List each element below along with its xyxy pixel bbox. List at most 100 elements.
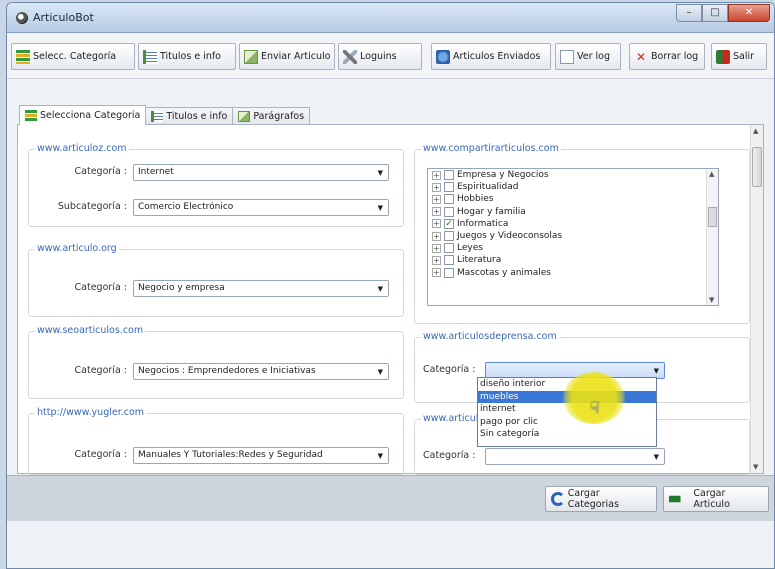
tab-paragraphs[interactable]: Parágrafos — [232, 107, 311, 125]
tree-item-label: Empresa y Negocios — [457, 170, 549, 181]
exit-label: Salir — [733, 51, 755, 62]
chevron-down-icon: ▼ — [377, 285, 383, 293]
titles-info-button[interactable]: Titulos e info — [138, 43, 236, 70]
view-log-button[interactable]: Ver log — [555, 43, 621, 70]
tree-item[interactable]: + ✓ Informatica — [428, 218, 718, 230]
expand-icon[interactable]: + — [432, 243, 441, 253]
document-icon — [560, 49, 574, 64]
checkbox[interactable] — [444, 231, 454, 242]
exit-button[interactable]: Salir — [711, 43, 767, 70]
minimize-button[interactable]: – — [676, 4, 702, 22]
chevron-down-icon: ▼ — [377, 452, 383, 460]
send-article-label: Enviar Articulo — [261, 51, 331, 62]
title-bar[interactable]: ArticuloBot – □ ✕ — [7, 3, 774, 33]
expand-icon[interactable]: + — [432, 255, 441, 265]
tree-item[interactable]: + Espiritualidad — [428, 181, 718, 193]
logins-label: Loguins — [360, 51, 397, 62]
tab-strip: Selecciona Categoria Titulos e info Pará… — [19, 105, 311, 125]
load-categories-button[interactable]: Cargar Categorias — [545, 486, 657, 512]
chevron-down-icon: ▼ — [377, 204, 383, 212]
expand-icon[interactable]: + — [432, 219, 441, 229]
main-toolbar: Selecc. Categoría Titulos e info Enviar … — [7, 33, 774, 79]
tree-item-label: Literatura — [457, 255, 502, 266]
scroll-down-icon[interactable]: ▼ — [709, 296, 714, 304]
articulo-org-category-select[interactable]: Negocio y empresa ▼ — [133, 280, 389, 297]
tree-item[interactable]: + Hobbies — [428, 193, 718, 205]
send-article-button[interactable]: Enviar Articulo — [239, 43, 335, 70]
chevron-down-icon: ▼ — [377, 169, 383, 177]
select-category-button[interactable]: Selecc. Categoría — [11, 43, 135, 70]
tree-item-label: Juegos y Videoconsolas — [457, 231, 563, 242]
tree-item-label: Mascotas y animales — [457, 267, 551, 278]
checkbox[interactable] — [444, 170, 454, 181]
categoria-label: Categoría : — [423, 364, 476, 375]
tree-scrollbar-thumb[interactable] — [708, 207, 717, 227]
category-icon — [16, 49, 30, 64]
chevron-down-icon: ▼ — [653, 453, 659, 461]
load-article-label: Cargar Articulo — [693, 488, 730, 510]
window-title: ArticuloBot — [33, 11, 94, 24]
group-articulosdeprensa-title: www.articulosdeprensa.com — [421, 331, 559, 342]
checkbox[interactable] — [444, 255, 454, 266]
tree-scrollbar[interactable]: ▲ ▼ — [706, 169, 718, 305]
tab-titles-info[interactable]: Titulos e info — [145, 107, 234, 125]
exit-icon — [716, 49, 730, 64]
tab-paragraphs-label: Parágrafos — [253, 111, 305, 122]
panel-scrollbar[interactable]: ▲ ▼ — [750, 125, 763, 473]
group-yugler: http://www.yugler.com Categoría : Manual… — [28, 407, 404, 475]
yugler-category-select[interactable]: Manuales Y Tutoriales:Redes y Seguridad … — [133, 447, 389, 464]
scroll-down-icon[interactable]: ▼ — [753, 463, 758, 471]
articulo-bottom-category-select[interactable]: ▼ — [485, 448, 665, 465]
articulo-org-category-value: Negocio y empresa — [138, 283, 225, 293]
expand-icon[interactable]: + — [432, 268, 441, 278]
tab-select-category-label: Selecciona Categoria — [40, 110, 141, 121]
titles-info-label: Titulos e info — [160, 51, 221, 62]
clear-log-button[interactable]: ✕ Borrar log — [629, 43, 705, 70]
expand-icon[interactable]: + — [432, 182, 441, 192]
checkbox[interactable] — [444, 194, 454, 205]
categoria-label: Categoría : — [74, 282, 127, 293]
sent-articles-button[interactable]: Articulos Enviados — [431, 43, 551, 70]
bottom-action-bar: Cargar Categorias Cargar Articulo — [7, 475, 774, 521]
expand-icon[interactable]: + — [432, 231, 441, 241]
tab-select-category[interactable]: Selecciona Categoria — [19, 105, 147, 125]
status-bar — [7, 521, 774, 568]
select-category-label: Selecc. Categoría — [33, 51, 117, 62]
category-tree[interactable]: + Empresa y Negocios + Espiritualidad + Hobbi… — [427, 168, 719, 306]
checkbox[interactable] — [444, 243, 454, 254]
chevron-down-icon: ▼ — [653, 367, 659, 375]
load-article-button[interactable]: Cargar Articulo — [663, 486, 769, 512]
categoria-label: Categoría : — [74, 365, 127, 376]
seoarticulos-category-select[interactable]: Negocios : Emprendedores e Iniciativas ▼ — [133, 363, 389, 380]
view-log-label: Ver log — [577, 51, 611, 62]
expand-icon[interactable]: + — [432, 170, 441, 180]
globe-icon — [436, 49, 450, 64]
dropdown-option[interactable]: pago por clic — [478, 416, 656, 429]
dropdown-option[interactable]: Sin categoría — [478, 428, 656, 441]
checkbox[interactable]: ✓ — [444, 218, 454, 229]
maximize-button[interactable]: □ — [702, 4, 728, 22]
tree-item[interactable]: + Juegos y Videoconsolas — [428, 230, 718, 242]
list-icon — [143, 49, 157, 64]
tree-item[interactable]: + Hogar y familia — [428, 206, 718, 218]
close-button[interactable]: ✕ — [728, 4, 770, 22]
tree-item[interactable]: + Literatura — [428, 254, 718, 266]
panel-scrollbar-thumb[interactable] — [752, 147, 762, 187]
tree-item[interactable]: + Empresa y Negocios — [428, 169, 718, 181]
tab-titles-info-label: Titulos e info — [166, 111, 228, 122]
tree-item[interactable]: + Mascotas y animales — [428, 267, 718, 279]
expand-icon[interactable]: + — [432, 207, 441, 217]
expand-icon[interactable]: + — [432, 194, 441, 204]
articuloz-subcategory-select[interactable]: Comercio Electrónico ▼ — [133, 199, 389, 216]
articuloz-subcategory-value: Comercio Electrónico — [138, 202, 234, 212]
articuloz-category-select[interactable]: Internet ▼ — [133, 164, 389, 181]
checkbox[interactable] — [444, 182, 454, 193]
tree-items: + Empresa y Negocios + Espiritualidad + Hobbi… — [428, 169, 718, 279]
scroll-up-icon[interactable]: ▲ — [709, 170, 714, 178]
app-window: ArticuloBot – □ ✕ Selecc. Categoría Titu… — [6, 2, 775, 569]
checkbox[interactable] — [444, 206, 454, 217]
checkbox[interactable] — [444, 267, 454, 278]
logins-button[interactable]: Loguins — [338, 43, 422, 70]
scroll-up-icon[interactable]: ▲ — [753, 127, 758, 135]
tree-item[interactable]: + Leyes — [428, 242, 718, 254]
